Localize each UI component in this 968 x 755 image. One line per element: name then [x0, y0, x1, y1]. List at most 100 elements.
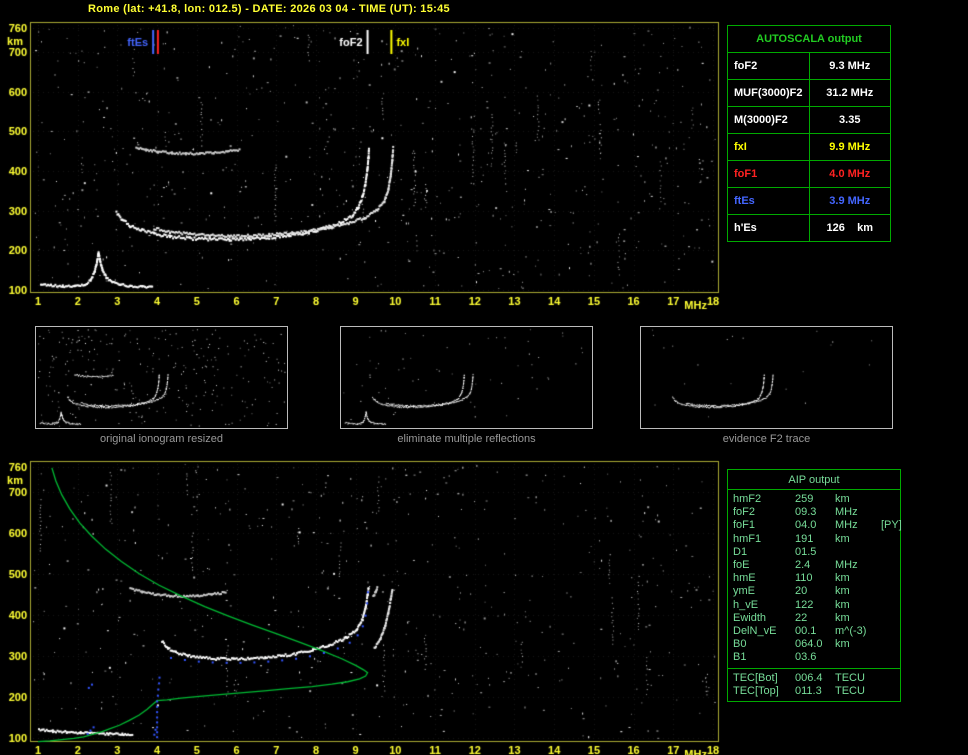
aip-row-value: 006.4 — [795, 671, 823, 684]
aip-row-name: TEC[Top] — [733, 684, 779, 697]
aip-row: foF1 04.0 MHz [PY] — [728, 519, 902, 532]
aip-row-name: TEC[Bot] — [733, 671, 778, 684]
aip-row-unit: km — [835, 532, 850, 545]
aip-row-extra — [881, 612, 895, 625]
aip-row-value: 00.1 — [795, 625, 817, 638]
aip-row-name: hmF1 — [733, 532, 762, 545]
aip-row-value: 03.6 — [795, 651, 817, 664]
aip-row-name: h_vE — [733, 598, 759, 611]
bottom-ionogram-canvas — [0, 458, 724, 755]
aip-row-name: foF1 — [733, 519, 756, 532]
autoscala-row-label: h'Es — [727, 214, 810, 242]
aip-row-value: 259 — [795, 493, 814, 505]
autoscala-row-value: 3.35 — [808, 106, 891, 134]
aip-row-extra — [881, 493, 895, 506]
thumbnail-cleaned-canvas — [341, 327, 592, 428]
aip-row-value: 20 — [795, 585, 808, 598]
autoscala-row-label: M(3000)F2 — [727, 106, 810, 134]
aip-row-extra — [881, 585, 895, 598]
thumbnail-cleaned-ionogram — [340, 326, 593, 429]
autoscala-output-table: AUTOSCALA output foF2 9.3 MHz MUF(3000)F2 3… — [727, 25, 891, 242]
aip-row-extra — [881, 533, 895, 546]
aip-row-value: 04.0 — [795, 519, 817, 532]
aip-row-extra — [881, 546, 895, 559]
aip-row: B1 03.6 — [728, 651, 900, 664]
autoscala-row-label: ftEs — [727, 187, 810, 215]
aip-row-name: hmF2 — [733, 493, 762, 505]
autoscala-header-row: AUTOSCALA output — [727, 25, 891, 53]
aip-row-unit: MHz — [835, 559, 858, 572]
aip-output-panel: AIP output hmF2 259 km foF2 09.3 MHz foF1 04.0 M… — [727, 469, 902, 703]
aip-row-extra — [881, 559, 895, 572]
aip-row-name: hmE — [733, 572, 756, 585]
aip-row: hmF1 191 km — [728, 533, 900, 546]
aip-row: foE 2.4 MHz — [728, 559, 900, 572]
autoscala-row: MUF(3000)F2 31.2 MHz — [727, 79, 891, 107]
thumbnail-f2-evidence — [640, 326, 893, 429]
aip-row-value: 011.3 — [795, 684, 822, 697]
aip-row: B0 064.0 km — [728, 638, 900, 651]
autoscala-row: h'Es 126 km — [727, 214, 891, 242]
aip-row-unit: km — [835, 638, 850, 651]
aip-row: ymE 20 km — [728, 585, 900, 598]
thumbnail-original-ionogram — [35, 326, 288, 429]
aip-row-name: foF2 — [733, 506, 756, 519]
aip-row: TEC[Bot] 006.4 TECU — [728, 672, 900, 685]
aip-row-value: 2.4 — [795, 559, 811, 572]
aip-row-name: Ewidth — [733, 611, 767, 624]
aip-row: Ewidth 22 km — [728, 612, 900, 625]
aip-row-value: 122 — [795, 598, 814, 611]
autoscala-screen: Rome (lat: +41.8, lon: 012.5) - DATE: 20… — [0, 0, 968, 755]
aip-row-extra — [881, 506, 895, 519]
autoscala-row-label: fxI — [727, 133, 810, 161]
aip-row-unit: km — [835, 611, 850, 624]
aip-row-unit: TECU — [835, 671, 865, 684]
top-ionogram-canvas — [0, 18, 724, 314]
autoscala-row: fxI 9.9 MHz — [727, 133, 891, 161]
autoscala-row: foF1 4.0 MHz — [727, 160, 891, 188]
autoscala-row-label: MUF(3000)F2 — [727, 79, 810, 107]
aip-row-value: 110 — [795, 572, 813, 585]
autoscala-row-value: 3.9 MHz — [808, 187, 891, 215]
aip-row-unit — [835, 651, 881, 664]
autoscala-row-value: 4.0 MHz — [808, 160, 891, 188]
aip-row-value: 01.5 — [795, 545, 817, 558]
aip-row-unit: km — [835, 572, 850, 585]
aip-divider — [728, 667, 900, 669]
aip-row: foF2 09.3 MHz — [728, 506, 900, 519]
caption-eliminate-reflections: eliminate multiple reflections — [397, 433, 536, 445]
aip-row-unit — [835, 546, 881, 559]
aip-row-extra — [881, 625, 895, 638]
aip-row-extra — [881, 572, 895, 585]
autoscala-row: ftEs 3.9 MHz — [727, 187, 891, 215]
aip-row-value: 22 — [795, 611, 808, 624]
autoscala-row-value: 9.3 MHz — [808, 52, 891, 80]
aip-row-unit: km — [835, 585, 850, 598]
aip-row: TEC[Top] 011.3 TECU — [728, 685, 900, 698]
caption-original-ionogram: original ionogram resized — [100, 433, 223, 445]
page-title: Rome (lat: +41.8, lon: 012.5) - DATE: 20… — [88, 3, 450, 15]
aip-row: DelN_vE 00.1 m^(-3) — [728, 625, 900, 638]
aip-row: h_vE 122 km — [728, 599, 900, 612]
aip-row-name: DelN_vE — [733, 625, 777, 638]
autoscala-table-title: AUTOSCALA output — [727, 25, 891, 53]
autoscala-row-value: 31.2 MHz — [808, 79, 891, 107]
autoscala-row: M(3000)F2 3.35 — [727, 106, 891, 134]
aip-row-extra — [881, 685, 895, 698]
thumbnail-original-canvas — [36, 327, 287, 428]
aip-row: D1 01.5 — [728, 546, 900, 559]
aip-row-name: foE — [733, 559, 750, 572]
autoscala-row-label: foF1 — [727, 160, 810, 188]
aip-row-extra: [PY] — [881, 519, 902, 532]
aip-row-extra — [881, 672, 895, 685]
aip-row: hmE 110 km — [728, 572, 900, 585]
autoscala-row-value: 9.9 MHz — [808, 133, 891, 161]
autoscala-row: foF2 9.3 MHz — [727, 52, 891, 80]
aip-row-unit: MHz — [835, 506, 858, 519]
aip-rows-container: hmF2 259 km foF2 09.3 MHz foF1 04.0 MHz [PY] hmF1 1… — [728, 490, 902, 701]
aip-row-unit: km — [835, 598, 850, 611]
aip-row-extra — [881, 638, 895, 651]
aip-row-extra — [881, 599, 895, 612]
aip-row-unit: km — [835, 493, 850, 505]
aip-row-value: 064.0 — [795, 638, 823, 651]
